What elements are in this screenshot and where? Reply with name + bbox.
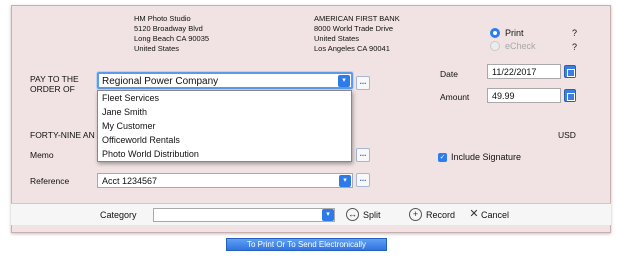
memo-field[interactable] [352, 154, 354, 164]
pay-to-label-line2: ORDER OF [30, 84, 75, 94]
payee-option[interactable]: My Customer [98, 119, 351, 133]
category-label: Category [100, 210, 137, 220]
echeck-help-icon[interactable]: ? [572, 42, 577, 52]
pay-to-label-line1: PAY TO THE [30, 74, 79, 84]
payee-option[interactable]: Photo World Distribution [98, 147, 351, 161]
chevron-down-icon[interactable]: ▾ [339, 175, 351, 187]
calendar-icon[interactable] [564, 65, 576, 78]
bottom-toolbar: Category ▾ ↔ Split + Record ✕ Cancel [11, 203, 611, 225]
reference-label: Reference [30, 176, 70, 186]
cancel-button[interactable]: ✕ Cancel [469, 208, 509, 221]
payer-city: Long Beach CA 90035 [134, 34, 210, 43]
split-label: Split [363, 209, 381, 220]
payer-name: HM Photo Studio [134, 14, 191, 23]
bank-street: 8000 World Trade Drive [314, 24, 394, 33]
bank-address: AMERICAN FIRST BANK 8000 World Trade Dri… [314, 14, 400, 54]
bank-city: Los Angeles CA 90041 [314, 44, 390, 53]
payer-street: 5120 Broadway Blvd [134, 24, 203, 33]
checkbox-checked-icon[interactable]: ✓ [438, 152, 447, 162]
radio-disabled-icon[interactable] [490, 41, 500, 51]
print-label: Print [505, 28, 524, 38]
amount-label: Amount [440, 92, 470, 102]
memo-browse-button[interactable]: ... [356, 148, 370, 162]
chevron-down-icon[interactable]: ▾ [338, 75, 350, 87]
payee-option[interactable]: Fleet Services [98, 91, 351, 105]
payee-option[interactable]: Jane Smith [98, 105, 351, 119]
payee-dropdown-list: Fleet Services Jane Smith My Customer Of… [97, 90, 352, 162]
send-button[interactable]: To Print Or To Send Electronically [226, 238, 387, 251]
amount-field[interactable]: 49.99 [487, 88, 561, 103]
bank-name: AMERICAN FIRST BANK [314, 14, 400, 23]
reference-select[interactable]: Acct 1234567 ▾ [97, 173, 353, 188]
record-label: Record [426, 209, 456, 220]
payee-browse-button[interactable]: ... [356, 76, 370, 90]
currency-label: USD [558, 130, 576, 140]
print-radio[interactable]: Print [490, 28, 524, 38]
payee-option[interactable]: Officeworld Rentals [98, 133, 351, 147]
memo-label: Memo [30, 150, 54, 160]
split-icon: ↔ [346, 208, 359, 221]
plus-icon: + [409, 208, 422, 221]
category-select[interactable]: ▾ [153, 208, 335, 222]
cancel-label: Cancel [481, 209, 510, 220]
print-help-icon[interactable]: ? [572, 28, 577, 38]
echeck-radio[interactable]: eCheck [490, 41, 536, 51]
close-icon: ✕ [469, 208, 479, 220]
chevron-down-icon[interactable]: ▾ [322, 209, 334, 221]
echeck-label: eCheck [505, 41, 536, 51]
radio-selected-icon[interactable] [490, 28, 500, 38]
bank-country: United States [314, 34, 360, 43]
include-signature-checkbox[interactable]: ✓ Include Signature [438, 152, 521, 162]
payee-value: Regional Power Company [102, 76, 219, 87]
date-field[interactable]: 11/22/2017 [487, 64, 561, 79]
calculator-icon[interactable] [564, 89, 576, 102]
amount-in-words: FORTY-NINE AN [30, 130, 95, 140]
split-button[interactable]: ↔ Split [346, 208, 381, 221]
reference-browse-button[interactable]: ... [356, 173, 370, 187]
date-label: Date [440, 69, 458, 79]
check-form: HM Photo Studio 5120 Broadway Blvd Long … [11, 5, 611, 233]
payee-select[interactable]: Regional Power Company ▾ [97, 72, 353, 89]
payer-country: United States [134, 44, 180, 53]
amount-value: 49.99 [492, 91, 515, 101]
record-button[interactable]: + Record [409, 208, 455, 221]
pay-to-label: PAY TO THE ORDER OF [30, 74, 79, 94]
include-signature-label: Include Signature [451, 152, 522, 162]
reference-value: Acct 1234567 [102, 176, 158, 186]
date-value: 11/22/2017 [492, 67, 537, 77]
payer-address: HM Photo Studio 5120 Broadway Blvd Long … [134, 14, 209, 54]
